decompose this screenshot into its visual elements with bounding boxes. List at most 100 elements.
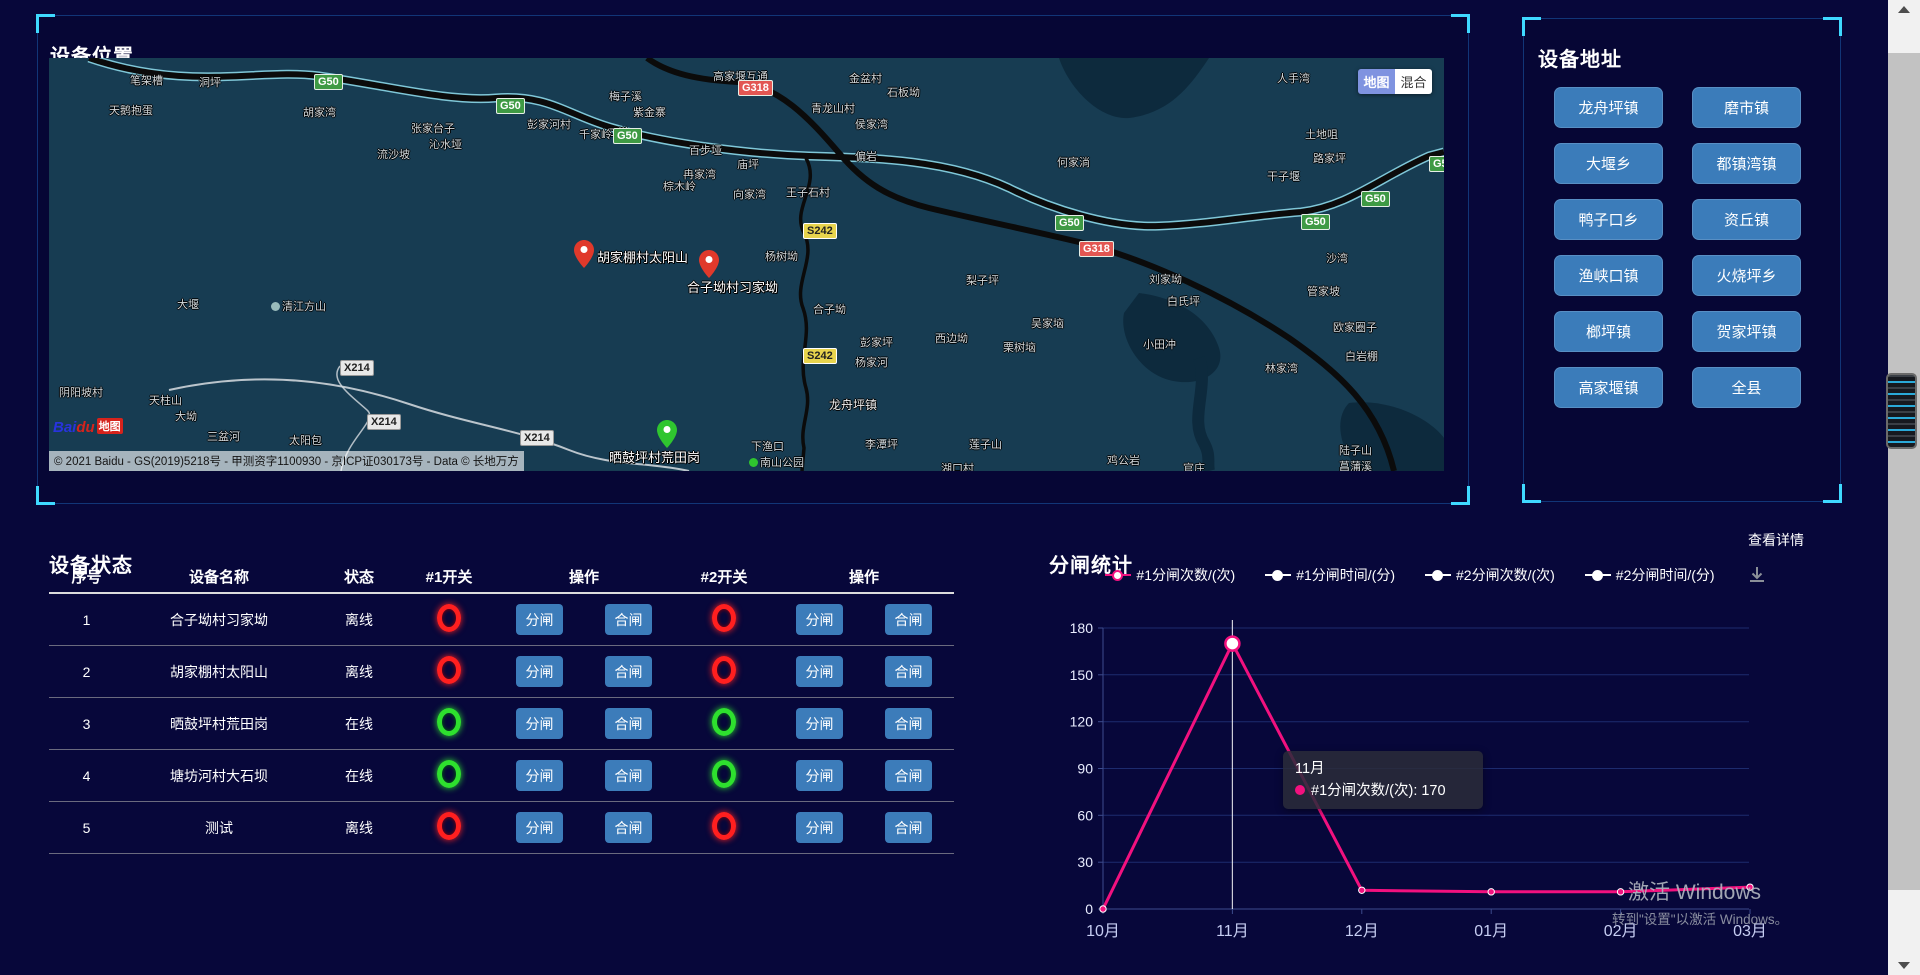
table-column-header: 操作 — [494, 566, 674, 587]
close-switch-button[interactable]: 合闸 — [885, 708, 932, 739]
baidu-logo: Baidu地图 — [53, 418, 123, 436]
legend-label: #1分闸时间/(分) — [1296, 565, 1395, 585]
legend-item[interactable]: #1分闸次数/(次) — [1105, 565, 1235, 585]
address-button[interactable]: 磨市镇 — [1692, 87, 1801, 128]
open-switch-button[interactable]: 分闸 — [796, 708, 843, 739]
map-place-label: 莲子山 — [969, 436, 1002, 452]
table-column-header: 操作 — [774, 566, 954, 587]
map-place-label: 大坳 — [175, 408, 197, 424]
open-switch-button[interactable]: 分闸 — [796, 656, 843, 687]
road-shield: S242 — [803, 223, 837, 239]
address-button[interactable]: 全县 — [1692, 367, 1801, 408]
map-pin-icon[interactable]: 合子坳村习家坳 — [699, 250, 719, 278]
chart-tooltip: 11月 #1分闸次数/(次): 170 — [1283, 751, 1483, 809]
map-pin-icon[interactable]: 胡家棚村太阳山 — [574, 240, 594, 268]
device-address-panel: 设备地址 龙舟坪镇磨市镇大堰乡都镇湾镇鸭子口乡资丘镇渔峡口镇火烧坪乡榔坪镇贺家坪… — [1523, 18, 1841, 502]
corner-decoration — [1522, 484, 1541, 503]
map-place-label: 李潭坪 — [865, 436, 898, 452]
legend-item[interactable]: #2分闸次数/(次) — [1425, 565, 1555, 585]
address-button[interactable]: 鸭子口乡 — [1554, 199, 1663, 240]
map-place-label: 洞坪 — [199, 74, 221, 90]
map-place-label: 南山公园 — [749, 454, 804, 470]
close-switch-button[interactable]: 合闸 — [605, 760, 652, 791]
baidu-logo-bai: Bai — [53, 419, 76, 436]
close-switch-button[interactable]: 合闸 — [885, 760, 932, 791]
road-shield: G50 — [613, 128, 642, 144]
map-place-label: 庙坪 — [737, 156, 759, 172]
map-pin-icon[interactable]: 晒鼓坪村荒田岗 — [657, 420, 677, 448]
map-place-label: 彭家河村 — [527, 116, 571, 132]
legend-marker-icon — [1105, 569, 1131, 581]
address-button[interactable]: 火烧坪乡 — [1692, 255, 1801, 296]
map-place-label: 管家坡 — [1307, 283, 1340, 299]
map-place-label: 林家湾 — [1265, 360, 1298, 376]
close-switch-button[interactable]: 合闸 — [605, 812, 652, 843]
open-switch-button[interactable]: 分闸 — [516, 760, 563, 791]
close-switch-button[interactable]: 合闸 — [605, 604, 652, 635]
operation-cell: 分闸 合闸 — [494, 656, 674, 687]
switch-1-indicator-green — [437, 760, 461, 788]
open-switch-button[interactable]: 分闸 — [516, 708, 563, 739]
device-status-table: 序号设备名称状态#1开关操作#2开关操作 1合子坳村习家坳离线分闸合闸分闸合闸2… — [49, 560, 954, 854]
close-switch-button[interactable]: 合闸 — [885, 604, 932, 635]
table-body: 1合子坳村习家坳离线分闸合闸分闸合闸2胡家棚村太阳山离线分闸合闸分闸合闸3晒鼓坪… — [49, 594, 954, 854]
poi-icon — [271, 302, 280, 311]
map-place-label: 官庄 — [1183, 460, 1205, 471]
address-button[interactable]: 龙舟坪镇 — [1554, 87, 1663, 128]
map-type-option-map[interactable]: 地图 — [1358, 69, 1395, 94]
map-pin-label: 合子坳村习家坳 — [687, 277, 778, 296]
map-place-label: 路家坪 — [1313, 150, 1346, 166]
row-index: 5 — [49, 820, 124, 836]
scrollbar-widget[interactable] — [1886, 373, 1917, 449]
baidu-map[interactable]: 笔架槽洞坪天鹅抱蛋胡家湾梅子溪紫金寨二墩高家堰互通金盆村石板坳青龙山村侯家湾流沙… — [49, 58, 1444, 471]
open-switch-button[interactable]: 分闸 — [796, 760, 843, 791]
page-scrollbar[interactable] — [1888, 0, 1920, 975]
legend-item[interactable]: #2分闸时间/(分) — [1585, 565, 1715, 585]
road-shield: G50 — [1361, 191, 1390, 207]
map-type-toggle[interactable]: 地图 混合 — [1358, 69, 1432, 94]
open-switch-button[interactable]: 分闸 — [516, 656, 563, 687]
map-place-label: 张家台子 — [411, 120, 455, 136]
address-button[interactable]: 都镇湾镇 — [1692, 143, 1801, 184]
road-shield: S242 — [803, 348, 837, 364]
legend-label: #2分闸时间/(分) — [1616, 565, 1715, 585]
close-switch-button[interactable]: 合闸 — [885, 656, 932, 687]
scrollbar-down-arrow[interactable] — [1898, 962, 1910, 969]
map-place-label: 刘家坳 — [1149, 271, 1182, 287]
scrollbar-thumb[interactable] — [1888, 53, 1920, 890]
address-button[interactable]: 高家堰镇 — [1554, 367, 1663, 408]
open-switch-button[interactable]: 分闸 — [516, 812, 563, 843]
map-place-label: 胡家湾 — [303, 104, 336, 120]
address-button[interactable]: 贺家坪镇 — [1692, 311, 1801, 352]
svg-text:90: 90 — [1077, 761, 1093, 777]
map-place-label: 湖口村 — [941, 460, 974, 471]
svg-text:01月: 01月 — [1474, 923, 1508, 940]
view-details-link[interactable]: 查看详情 — [1748, 530, 1804, 550]
map-place-label: 干子堰 — [1267, 168, 1300, 184]
open-switch-button[interactable]: 分闸 — [796, 604, 843, 635]
road-shield: G50 — [1301, 214, 1330, 230]
map-type-option-hybrid[interactable]: 混合 — [1395, 69, 1432, 94]
corner-decoration — [1451, 486, 1470, 505]
close-switch-button[interactable]: 合闸 — [605, 708, 652, 739]
legend-item[interactable]: #1分闸时间/(分) — [1265, 565, 1395, 585]
close-switch-button[interactable]: 合闸 — [885, 812, 932, 843]
scrollbar-up-arrow[interactable] — [1898, 6, 1910, 13]
tooltip-month: 11月 — [1295, 758, 1471, 780]
map-place-label: 鸡公岩 — [1107, 452, 1140, 468]
address-button[interactable]: 大堰乡 — [1554, 143, 1663, 184]
map-place-label: 太阳包 — [289, 432, 322, 448]
corner-decoration — [36, 486, 55, 505]
svg-text:10月: 10月 — [1086, 923, 1120, 940]
open-switch-button[interactable]: 分闸 — [796, 812, 843, 843]
table-row: 3晒鼓坪村荒田岗在线分闸合闸分闸合闸 — [49, 698, 954, 750]
open-switch-button[interactable]: 分闸 — [516, 604, 563, 635]
map-place-label: 青龙山村 — [811, 100, 855, 116]
map-place-label: 陆子山 — [1339, 442, 1372, 458]
operation-cell: 分闸 合闸 — [494, 604, 674, 635]
address-button[interactable]: 榔坪镇 — [1554, 311, 1663, 352]
address-button[interactable]: 渔峡口镇 — [1554, 255, 1663, 296]
address-button[interactable]: 资丘镇 — [1692, 199, 1801, 240]
close-switch-button[interactable]: 合闸 — [605, 656, 652, 687]
road-shield: G50 — [1055, 215, 1084, 231]
